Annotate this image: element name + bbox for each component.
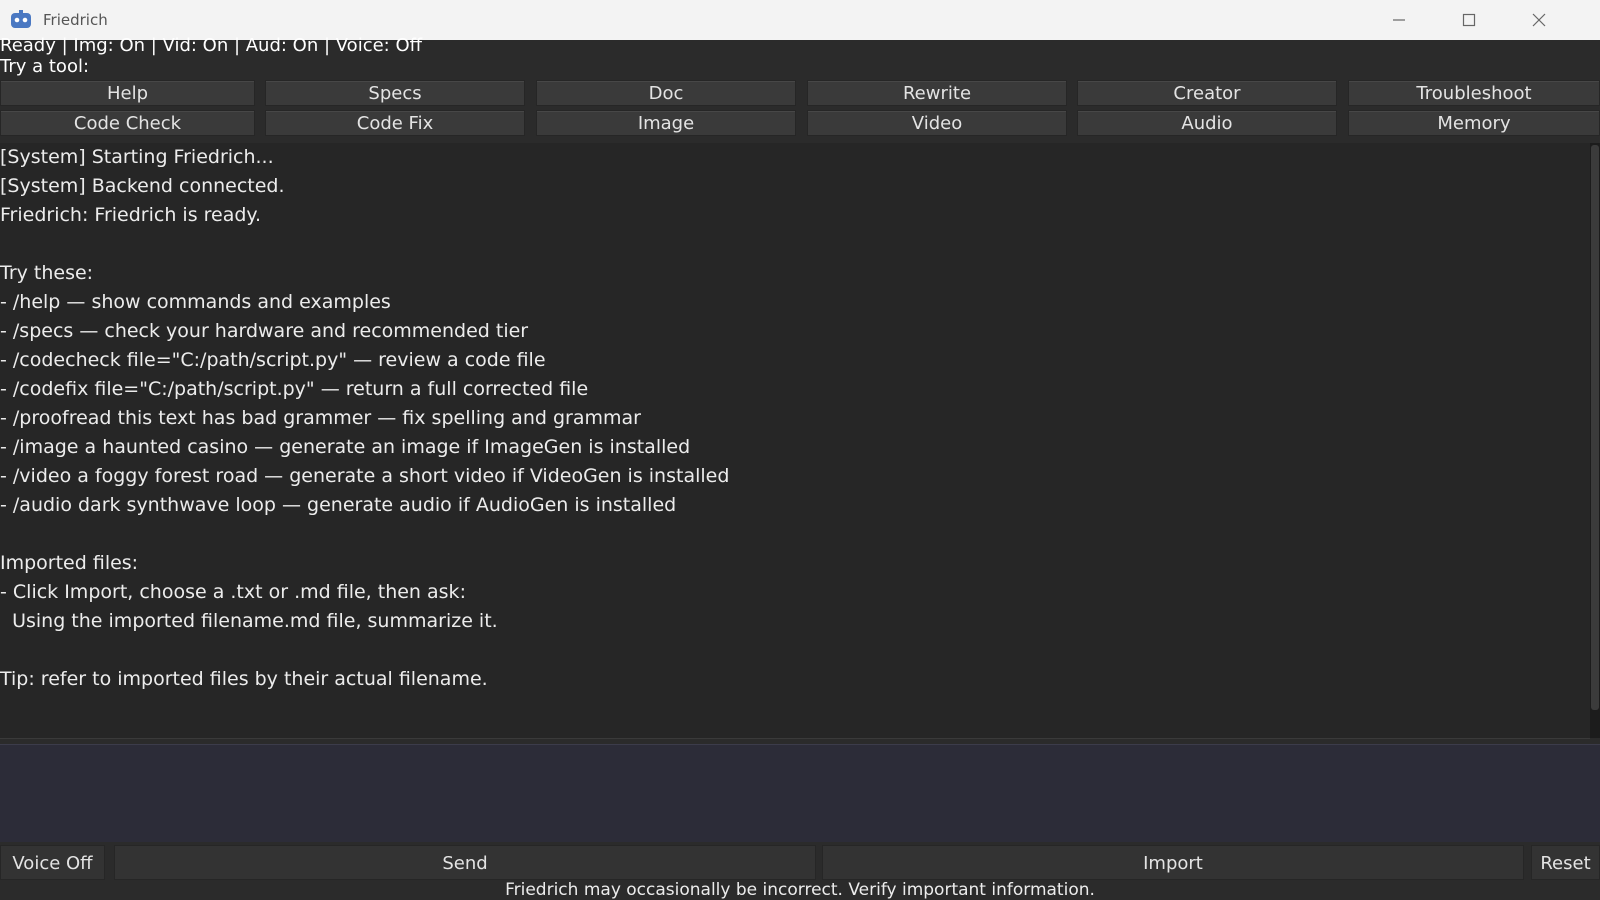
disclaimer-text: Friedrich may occasionally be incorrect.… — [505, 880, 1095, 900]
voice-toggle-button[interactable]: Voice Off — [0, 845, 105, 880]
code-check-button[interactable]: Code Check — [0, 110, 255, 136]
code-fix-button[interactable]: Code Fix — [265, 110, 525, 136]
memory-button[interactable]: Memory — [1348, 110, 1600, 136]
log-line: - /codefix file="C:/path/script.py" — re… — [0, 378, 589, 400]
log-line: - /codecheck file="C:/path/script.py" — … — [0, 349, 546, 371]
log-line: - /specs — check your hardware and recom… — [0, 320, 529, 342]
image-button[interactable]: Image — [536, 110, 796, 136]
log-line: [System] Starting Friedrich... — [0, 146, 274, 168]
log-line: Friedrich: Friedrich is ready. — [0, 204, 261, 226]
tools-label: Try a tool: — [0, 56, 90, 77]
doc-button[interactable]: Doc — [536, 80, 796, 106]
send-button[interactable]: Send — [114, 845, 816, 880]
title-bar: Friedrich — [0, 0, 1600, 40]
minimize-icon[interactable] — [1364, 0, 1434, 40]
status-line: Ready | Img: On | Vid: On | Aud: On | Vo… — [0, 35, 423, 56]
log-line: Imported files: — [0, 552, 139, 574]
import-button[interactable]: Import — [822, 845, 1524, 880]
log-line: - /audio dark synthwave loop — generate … — [0, 494, 677, 516]
specs-button[interactable]: Specs — [265, 80, 525, 106]
creator-button[interactable]: Creator — [1077, 80, 1337, 106]
window-title: Friedrich — [43, 11, 108, 29]
output-scrollbar[interactable] — [1590, 143, 1600, 738]
maximize-icon[interactable] — [1434, 0, 1504, 40]
log-line: [System] Backend connected. — [0, 175, 285, 197]
log-line: - Click Import, choose a .txt or .md fil… — [0, 581, 466, 603]
rewrite-button[interactable]: Rewrite — [807, 80, 1067, 106]
log-line: Using the imported filename.md file, sum… — [0, 610, 498, 632]
message-input[interactable] — [0, 744, 1600, 842]
help-button[interactable]: Help — [0, 80, 255, 106]
chat-output[interactable]: [System] Starting Friedrich... [System] … — [0, 143, 1590, 739]
scroll-thumb[interactable] — [1591, 145, 1599, 710]
app-icon — [10, 10, 32, 30]
log-line: Try these: — [0, 262, 94, 284]
log-line: - /image a haunted casino — generate an … — [0, 436, 691, 458]
log-line: - /video a foggy forest road — generate … — [0, 465, 730, 487]
close-icon[interactable] — [1504, 0, 1574, 40]
log-line: - /help — show commands and examples — [0, 291, 391, 313]
video-button[interactable]: Video — [807, 110, 1067, 136]
audio-button[interactable]: Audio — [1077, 110, 1337, 136]
troubleshoot-button[interactable]: Troubleshoot — [1348, 80, 1600, 106]
log-line: Tip: refer to imported files by their ac… — [0, 668, 488, 690]
reset-button[interactable]: Reset — [1531, 845, 1600, 880]
log-line: - /proofread this text has bad grammer —… — [0, 407, 641, 429]
